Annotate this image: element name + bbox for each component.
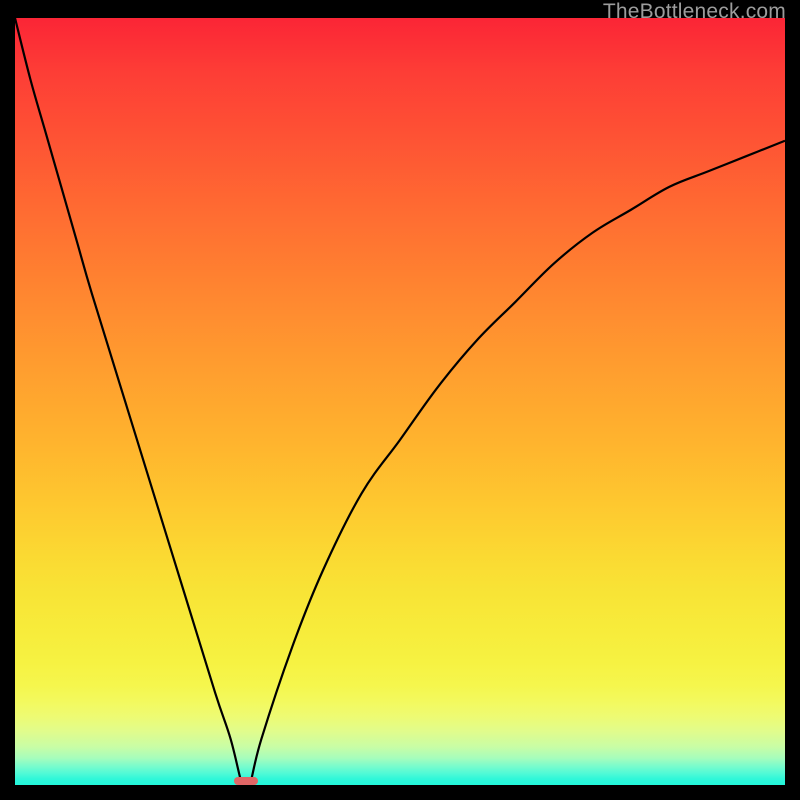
bottleneck-curve: [15, 18, 785, 785]
watermark-text: TheBottleneck.com: [603, 0, 786, 24]
optimal-point-marker: [234, 777, 259, 785]
curve-path: [15, 18, 785, 785]
